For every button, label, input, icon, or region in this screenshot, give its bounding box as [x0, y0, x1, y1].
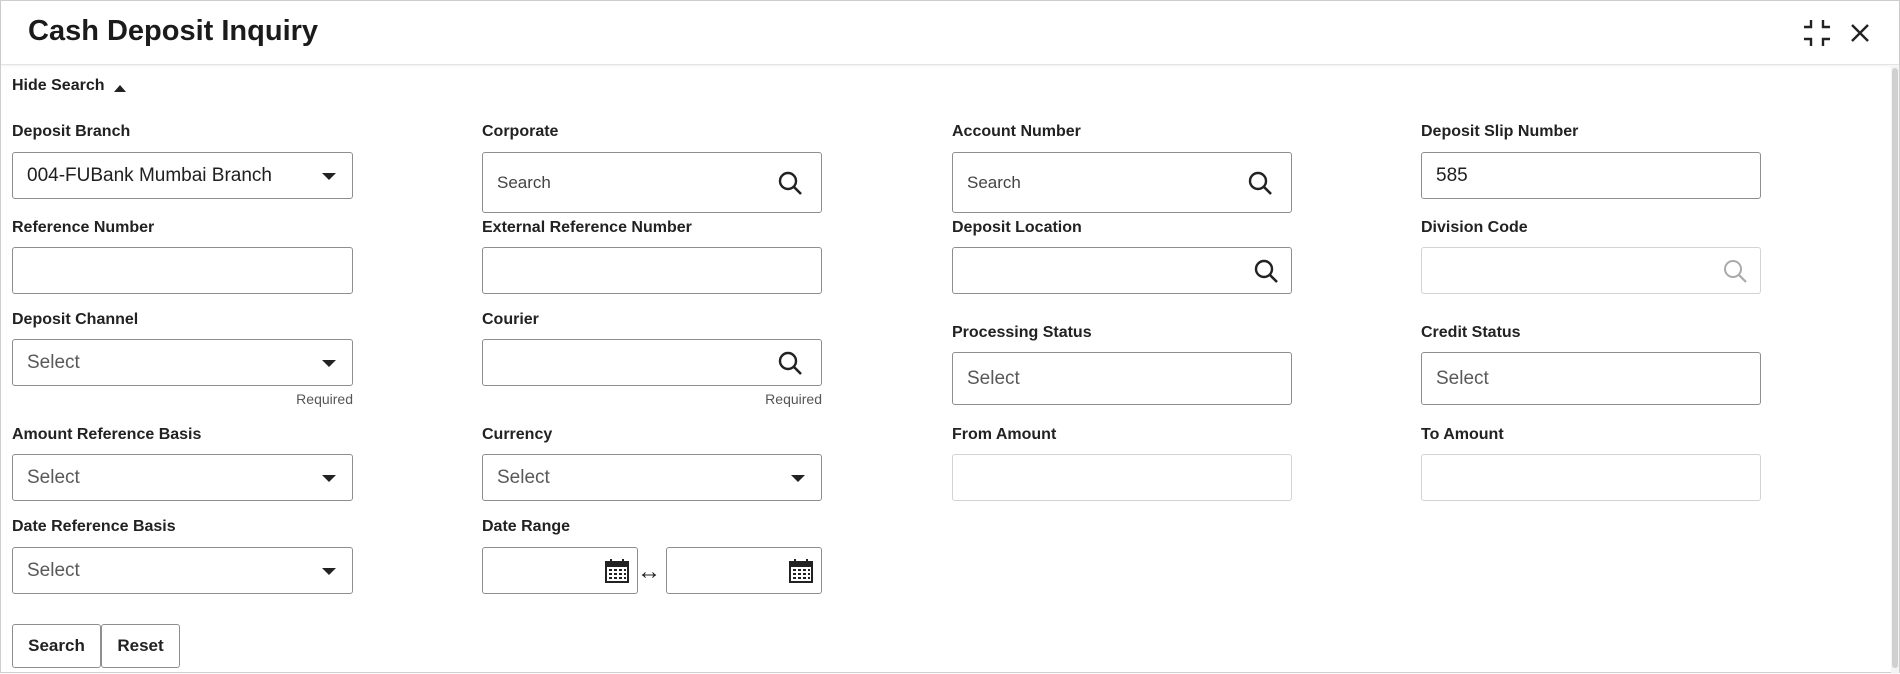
deposit-slip-number-input[interactable]: 585 — [1421, 152, 1761, 199]
title-bar: Cash Deposit Inquiry — [1, 1, 1899, 65]
account-number-label: Account Number — [952, 123, 1081, 140]
courier-required-hint: Required — [765, 391, 822, 407]
chevron-up-icon — [114, 84, 127, 92]
hide-search-label: Hide Search — [12, 77, 105, 94]
corporate-input[interactable]: Search — [482, 152, 822, 213]
date-reference-basis-label: Date Reference Basis — [12, 518, 176, 535]
chevron-down-icon — [322, 359, 336, 367]
processing-status-label: Processing Status — [952, 324, 1092, 341]
courier-input[interactable] — [482, 339, 822, 386]
courier-label: Courier — [482, 311, 539, 328]
currency-label: Currency — [482, 426, 553, 443]
date-reference-basis-placeholder: Select — [27, 559, 80, 581]
deposit-branch-label: Deposit Branch — [12, 123, 131, 140]
reference-number-label: Reference Number — [12, 219, 155, 236]
calendar-icon[interactable] — [603, 557, 631, 585]
date-range-separator: ↔ — [637, 558, 661, 585]
date-range-label: Date Range — [482, 518, 571, 535]
scrollbar-thumb[interactable] — [1892, 68, 1898, 668]
search-icon[interactable] — [1247, 170, 1273, 196]
credit-status-select[interactable]: Select — [1421, 352, 1761, 405]
collapse-icon[interactable] — [1801, 17, 1833, 49]
calendar-icon[interactable] — [787, 557, 815, 585]
credit-status-label: Credit Status — [1421, 324, 1521, 341]
search-icon[interactable] — [777, 350, 803, 376]
deposit-slip-number-label: Deposit Slip Number — [1421, 123, 1579, 140]
deposit-channel-select[interactable]: Select — [12, 339, 353, 386]
external-reference-number-label: External Reference Number — [482, 219, 692, 236]
chevron-down-icon — [322, 567, 336, 575]
processing-status-placeholder: Select — [967, 367, 1020, 389]
deposit-slip-number-value: 585 — [1436, 164, 1468, 186]
search-icon[interactable] — [1722, 258, 1748, 284]
date-reference-basis-select[interactable]: Select — [12, 547, 353, 594]
credit-status-placeholder: Select — [1436, 367, 1489, 389]
to-amount-input[interactable] — [1421, 454, 1761, 501]
division-code-input[interactable] — [1421, 247, 1761, 294]
corporate-placeholder: Search — [497, 172, 551, 192]
search-icon[interactable] — [1253, 258, 1279, 284]
search-button[interactable]: Search — [12, 624, 101, 668]
deposit-branch-value: 004-FUBank Mumbai Branch — [27, 164, 272, 186]
page-title: Cash Deposit Inquiry — [28, 15, 319, 47]
currency-select[interactable]: Select — [482, 454, 822, 501]
chevron-down-icon — [322, 474, 336, 482]
deposit-location-label: Deposit Location — [952, 219, 1082, 236]
from-amount-input[interactable] — [952, 454, 1292, 501]
external-reference-number-input[interactable] — [482, 247, 822, 294]
deposit-location-input[interactable] — [952, 247, 1292, 294]
hide-search-toggle[interactable]: Hide Search — [12, 77, 127, 95]
currency-placeholder: Select — [497, 466, 550, 488]
amount-reference-basis-placeholder: Select — [27, 466, 80, 488]
deposit-channel-label: Deposit Channel — [12, 311, 139, 328]
cash-deposit-inquiry-window: Cash Deposit Inquiry Hide Search Deposit… — [0, 0, 1900, 674]
corporate-label: Corporate — [482, 123, 559, 140]
deposit-channel-required-hint: Required — [296, 391, 353, 407]
date-range-to-input[interactable] — [666, 547, 822, 594]
reset-button[interactable]: Reset — [101, 624, 180, 668]
account-number-placeholder: Search — [967, 172, 1021, 192]
close-icon[interactable] — [1844, 17, 1876, 49]
reference-number-input[interactable] — [12, 247, 353, 294]
to-amount-label: To Amount — [1421, 426, 1504, 443]
deposit-channel-placeholder: Select — [27, 351, 80, 373]
deposit-branch-select[interactable]: 004-FUBank Mumbai Branch — [12, 152, 353, 199]
account-number-input[interactable]: Search — [952, 152, 1292, 213]
chevron-down-icon — [791, 474, 805, 482]
from-amount-label: From Amount — [952, 426, 1057, 443]
search-icon[interactable] — [777, 170, 803, 196]
amount-reference-basis-label: Amount Reference Basis — [12, 426, 202, 443]
processing-status-select[interactable]: Select — [952, 352, 1292, 405]
vertical-scrollbar[interactable] — [1891, 66, 1899, 674]
division-code-label: Division Code — [1421, 219, 1528, 236]
chevron-down-icon — [322, 172, 336, 180]
amount-reference-basis-select[interactable]: Select — [12, 454, 353, 501]
date-range-from-input[interactable] — [482, 547, 638, 594]
